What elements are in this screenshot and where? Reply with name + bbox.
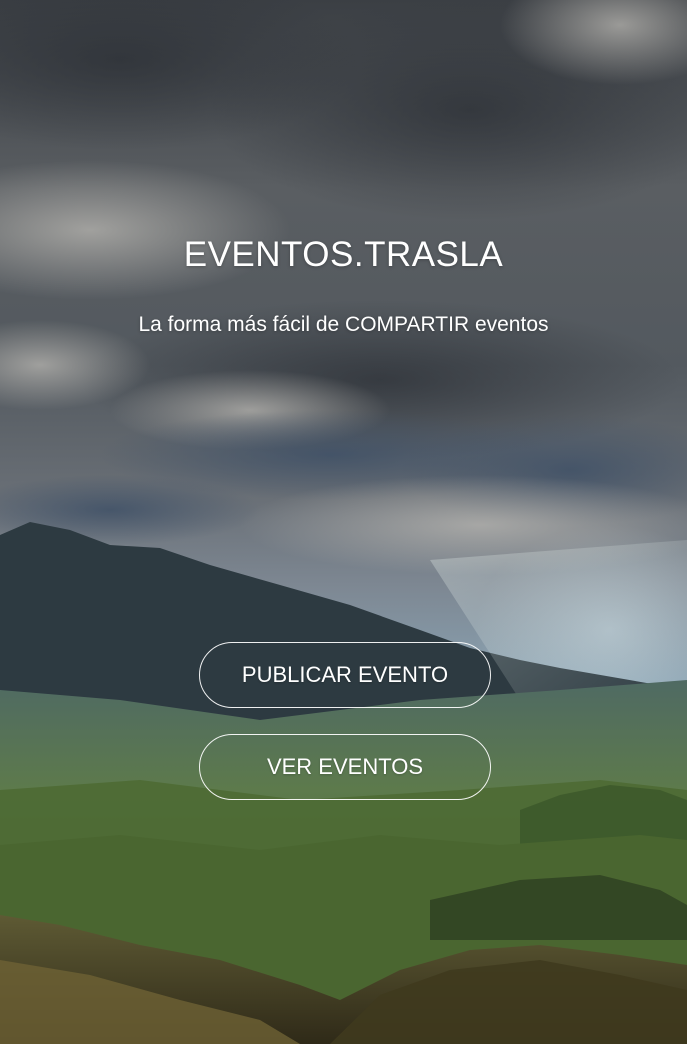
hero-background-image	[0, 0, 687, 1044]
view-events-button[interactable]: VER EVENTOS	[199, 734, 491, 800]
site-title: EVENTOS.TRASLA	[183, 235, 504, 274]
site-tagline: La forma más fácil de COMPARTIR eventos	[138, 313, 549, 336]
hero-section: EVENTOS.TRASLA La forma más fácil de COM…	[0, 0, 687, 1044]
publish-event-button[interactable]: PUBLICAR EVENTO	[199, 642, 491, 708]
